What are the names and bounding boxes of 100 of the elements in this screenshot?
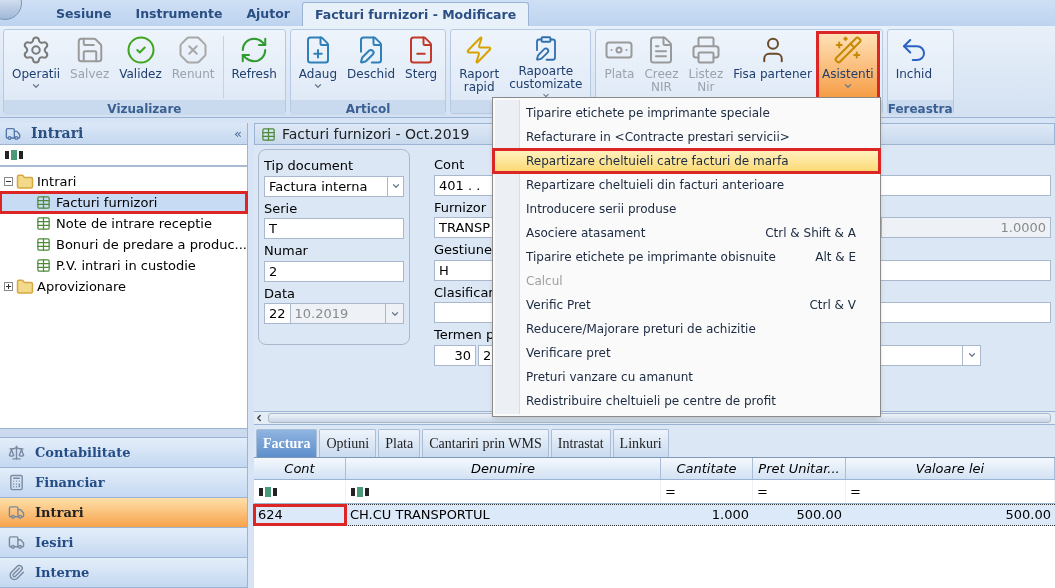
date-picker[interactable]: 22 10.2019 xyxy=(264,303,404,324)
tree-item[interactable]: Facturi furnizori xyxy=(0,192,247,213)
tree-item[interactable]: Bonuri de predare a produc... xyxy=(0,234,247,255)
field-label: Serie xyxy=(264,199,299,218)
menu-item[interactable]: Tiparire etichete pe imprimante obisnuite Alt & E xyxy=(493,245,880,269)
menu-item[interactable]: Refacturare in <Contracte prestari servicii> xyxy=(493,125,880,149)
menu-item[interactable]: Verific Pret Ctrl & V xyxy=(493,293,880,317)
filter-operator[interactable]: = xyxy=(665,481,676,502)
ribbon-button[interactable]: Rapoarte customizate xyxy=(504,32,588,100)
menu-item[interactable]: Asociere atasament Ctrl & Shift & A xyxy=(493,221,880,245)
detail-tab[interactable]: Plata xyxy=(378,429,421,457)
truck-icon xyxy=(8,534,25,551)
detail-tab[interactable]: Intrastat xyxy=(550,429,611,457)
column-header[interactable]: Pret Unitar... xyxy=(753,458,846,479)
ribbon-button[interactable]: Sterg xyxy=(400,32,443,100)
tree-item[interactable]: Aprovizionare xyxy=(37,276,127,297)
ribbon-button[interactable]: Operatii xyxy=(7,32,66,100)
menu-item[interactable]: Repartizare cheltuieli catre facturi de marfa xyxy=(493,149,880,173)
filter-operator[interactable]: = xyxy=(850,481,861,502)
field-label: Tip document xyxy=(264,157,355,175)
ribbon-tab[interactable]: Facturi furnizori - Modificare xyxy=(301,2,530,26)
table-icon xyxy=(36,237,51,252)
module-button[interactable]: Iesiri xyxy=(0,528,247,558)
field-label: Numar xyxy=(264,242,309,260)
caret-icon xyxy=(842,81,853,91)
ribbon-button[interactable]: Inchid xyxy=(890,32,937,100)
expand-toggle[interactable] xyxy=(4,177,13,186)
caret-icon xyxy=(390,181,401,191)
folder-icon xyxy=(16,172,34,191)
document-title: Facturi furnizori - Oct.2019 xyxy=(282,124,470,144)
module-button[interactable]: Contabilitate xyxy=(0,438,247,468)
filter-operator[interactable]: = xyxy=(757,481,768,502)
folder-icon xyxy=(16,277,34,296)
field-label: Cont xyxy=(434,156,465,174)
column-header[interactable]: Denumire xyxy=(346,458,661,479)
table-icon xyxy=(261,126,276,142)
menu-item[interactable]: Introducere serii produse xyxy=(493,197,880,221)
detail-tab[interactable]: Optiuni xyxy=(319,429,377,457)
caret-icon xyxy=(966,350,977,360)
table-cell-text: CH.CU TRANSPORTUL xyxy=(349,506,491,524)
column-header[interactable]: Cont xyxy=(254,458,346,479)
caret-icon xyxy=(540,91,551,100)
column-header[interactable]: Valoare lei xyxy=(846,458,1055,479)
detail-tab[interactable]: Cantariri prin WMS xyxy=(422,429,549,457)
group-label: Fereastra xyxy=(887,102,953,116)
text-filter-icon xyxy=(4,150,24,160)
x-octagon-icon xyxy=(178,35,209,65)
table-cell: 624 xyxy=(254,505,346,525)
ribbon-button[interactable]: Deschid xyxy=(342,32,401,100)
menu-item[interactable]: Tiparire etichete pe imprimante speciale xyxy=(493,101,880,125)
tree-item[interactable]: Intrari xyxy=(37,171,77,192)
text-filter-icon xyxy=(258,486,278,497)
navigator-title: Intrari xyxy=(31,124,85,143)
field-label: Furnizor xyxy=(434,198,487,217)
scale-icon xyxy=(8,444,25,461)
module-button[interactable]: Intrari xyxy=(0,498,247,528)
days-field[interactable]: 30 xyxy=(434,344,476,366)
table-icon xyxy=(36,258,51,273)
scroll-left-icon xyxy=(254,413,264,423)
table-row[interactable]: 624 CH.CU TRANSPORTUL 1.000 500.00 500.00 xyxy=(254,504,1055,526)
truck-icon xyxy=(8,504,25,521)
field-label: Data xyxy=(264,284,297,303)
tree-item[interactable]: P.V. intrari in custodie xyxy=(0,255,247,276)
ribbon-tab[interactable]: Sesiune xyxy=(44,2,124,26)
caret-icon xyxy=(312,81,323,91)
ribbon-button[interactable]: Fisa partener xyxy=(728,32,817,100)
column-header[interactable]: Cantitate xyxy=(661,458,753,479)
group-label: Articol xyxy=(345,102,391,116)
table-cell-text: 1.000 xyxy=(710,506,750,524)
ribbon-button[interactable]: Validez xyxy=(114,32,167,100)
module-button[interactable]: Financiar xyxy=(0,468,247,498)
truck-icon xyxy=(5,125,21,142)
text-filter-icon xyxy=(350,486,370,497)
tree-item[interactable]: Note de intrare receptie xyxy=(0,213,247,234)
ribbon-tab[interactable]: Ajutor xyxy=(234,2,302,26)
caret-icon xyxy=(31,81,42,91)
field-label: Gestiune xyxy=(434,241,493,259)
ribbon-button[interactable]: Raport rapid xyxy=(454,32,505,100)
ribbon-tab[interactable]: Instrumente xyxy=(123,2,235,26)
ribbon-button[interactable]: Refresh xyxy=(226,32,282,100)
detail-tab[interactable]: Linkuri xyxy=(612,429,669,457)
expand-toggle[interactable] xyxy=(4,282,13,291)
table-cell-text: 500.00 xyxy=(1004,506,1052,524)
menu-item[interactable]: Redistribuire cheltuieli pe centre de profit xyxy=(493,389,880,413)
document-type-select[interactable]: Factura interna xyxy=(264,175,404,197)
table-icon xyxy=(36,216,51,231)
series-field[interactable]: T xyxy=(264,218,404,239)
menu-item[interactable]: Verificare pret xyxy=(493,341,880,365)
module-button[interactable]: Interne xyxy=(0,558,247,588)
paperclip-icon xyxy=(8,564,25,581)
collapse-button[interactable]: « xyxy=(234,123,242,144)
ribbon-button[interactable]: Asistenti xyxy=(816,32,879,100)
wand-icon xyxy=(832,35,863,65)
menu-item[interactable]: Preturi vanzare cu amanunt xyxy=(493,365,880,389)
table-icon xyxy=(36,195,51,210)
table-cell-text: 500.00 xyxy=(795,506,843,524)
menu-item[interactable]: Repartizare cheltuieli din facturi anterioare xyxy=(493,173,880,197)
ribbon-button[interactable]: Adaug xyxy=(293,32,343,100)
menu-item[interactable]: Reducere/Majorare preturi de achizitie xyxy=(493,317,880,341)
number-field[interactable]: 2 xyxy=(264,260,404,282)
